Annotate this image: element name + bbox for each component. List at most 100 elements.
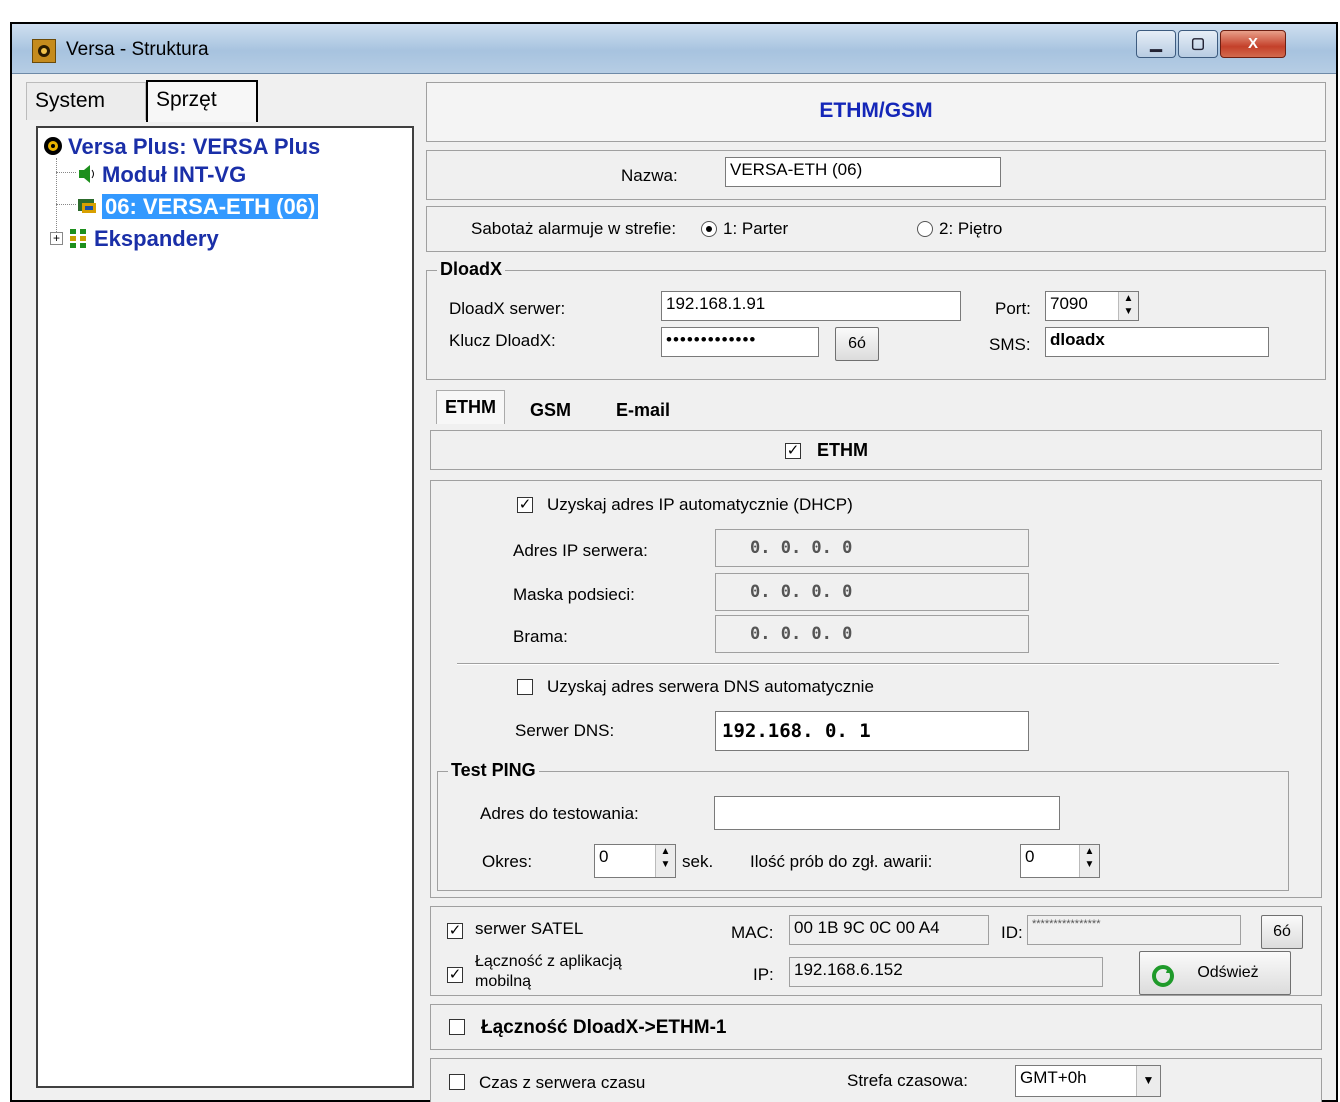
ip-label: IP: — [753, 965, 774, 984]
app-icon — [32, 39, 56, 63]
timezone-label: Strefa czasowa: — [847, 1071, 968, 1090]
mobile-checkbox[interactable]: ✓ — [447, 967, 463, 983]
refresh-button[interactable]: Odśwież — [1139, 951, 1291, 995]
ping-period-field[interactable]: 0 ▲ ▼ — [594, 844, 676, 878]
tamper-group: Sabotaż alarmuje w strefie: 1: Parter 2:… — [426, 206, 1326, 252]
tab-gsm[interactable]: GSM — [522, 394, 579, 428]
name-group: Nazwa: VERSA-ETH (06) — [426, 150, 1326, 200]
time-server-label: Czas z serwera czasu — [479, 1073, 646, 1092]
ping-group: Test PING Adres do testowania: Okres: 0 … — [437, 760, 1289, 891]
mask-label: Maska podsieci: — [513, 585, 635, 604]
dloadx-ethm-group: Łączność DloadX->ETHM-1 — [430, 1004, 1322, 1050]
dloadx-ethm-label: Łączność DloadX->ETHM-1 — [481, 1017, 727, 1038]
time-server-checkbox[interactable] — [449, 1074, 465, 1090]
time-server-group: Czas z serwera czasu Strefa czasowa: GMT… — [430, 1058, 1322, 1102]
left-panel: System Sprzęt + Versa Plus: VERSA Plus M… — [24, 80, 416, 1088]
id-label: ID: — [1001, 923, 1023, 942]
maximize-button[interactable]: ▢ — [1178, 30, 1218, 58]
id-field: **************** — [1027, 915, 1241, 945]
hardware-tree[interactable]: + Versa Plus: VERSA Plus Moduł INT-VG 06… — [36, 126, 414, 1088]
control-panel-icon — [42, 135, 64, 157]
name-field[interactable]: VERSA-ETH (06) — [725, 157, 1001, 187]
mask-field: 0. 0. 0. 0 — [715, 573, 1029, 611]
dloadx-group: DloadX DloadX serwer: 192.168.1.91 Klucz… — [426, 259, 1326, 380]
satel-group: ✓ serwer SATEL MAC: 00 1B 9C 0C 00 A4 ID… — [430, 906, 1322, 996]
window-title: Versa - Struktura — [66, 39, 209, 60]
dloadx-server-label: DloadX serwer: — [449, 299, 566, 318]
radio-zone-2-label: 2: Piętro — [939, 219, 1003, 238]
ping-address-field[interactable] — [714, 796, 1060, 830]
dloadx-ethm-checkbox[interactable] — [449, 1019, 465, 1035]
title-bar: Versa - Struktura ▁ ▢ X — [12, 24, 1336, 74]
satel-checkbox[interactable]: ✓ — [447, 923, 463, 939]
gateway-field: 0. 0. 0. 0 — [715, 615, 1029, 653]
tree-item-label: Versa Plus: VERSA Plus — [68, 134, 321, 159]
dns-field[interactable]: 192.168. 0. 1 — [715, 711, 1029, 751]
timezone-value: GMT+0h — [1020, 1068, 1087, 1087]
ping-attempts-spinner[interactable]: ▲ ▼ — [1079, 845, 1099, 877]
refresh-button-label: Odśwież — [1197, 964, 1259, 981]
header-panel: ETHM/GSM — [426, 82, 1326, 142]
show-id-button[interactable]: 6ó — [1261, 915, 1303, 949]
minimize-button[interactable]: ▁ — [1136, 30, 1176, 58]
ethm-enable-group: ✓ ETHM — [430, 430, 1322, 470]
sms-field[interactable]: dloadx — [1045, 327, 1269, 357]
tamper-label: Sabotaż alarmuje w strefie: — [471, 219, 677, 238]
close-button[interactable]: X — [1220, 30, 1286, 58]
ethernet-module-icon — [76, 195, 98, 217]
dloadx-key-field[interactable]: ••••••••••••• — [661, 327, 819, 357]
ip-field: 192.168.6.152 — [789, 957, 1103, 987]
mac-field: 00 1B 9C 0C 00 A4 — [789, 915, 989, 945]
right-panel: ETHM/GSM Nazwa: VERSA-ETH (06) Sabotaż a… — [426, 80, 1326, 1102]
show-key-button[interactable]: 6ó — [835, 327, 879, 361]
port-spinner[interactable]: ▲ ▼ — [1118, 292, 1138, 320]
server-ip-label: Adres IP serwera: — [513, 541, 648, 560]
speaker-icon — [76, 163, 98, 185]
tab-ethm[interactable]: ETHM — [436, 390, 505, 424]
tree-item-ekspandery[interactable]: Ekspandery — [68, 226, 219, 252]
expanders-icon — [68, 227, 90, 249]
chevron-down-icon[interactable]: ▼ — [1136, 1066, 1160, 1096]
ping-period-spinner[interactable]: ▲ ▼ — [655, 845, 675, 877]
ping-period-label: Okres: — [482, 852, 533, 871]
expand-toggle[interactable]: + — [50, 232, 63, 245]
ping-attempts-label: Ilość prób do zgł. awarii: — [750, 852, 933, 871]
dloadx-server-field[interactable]: 192.168.1.91 — [661, 291, 961, 321]
ping-legend: Test PING — [448, 760, 539, 781]
ping-attempts-value: 0 — [1025, 847, 1035, 866]
radio-zone-1-label: 1: Parter — [723, 219, 789, 238]
tree-item-label: Moduł INT-VG — [102, 162, 247, 187]
tree-item-label: 06: VERSA-ETH (06) — [102, 194, 319, 219]
tree-item-versa-eth[interactable]: 06: VERSA-ETH (06) — [76, 194, 319, 220]
tab-system[interactable]: System — [26, 82, 146, 120]
port-field[interactable]: 7090 ▲ ▼ — [1045, 291, 1139, 321]
radio-zone-2[interactable] — [917, 221, 933, 237]
page-title: ETHM/GSM — [819, 99, 933, 122]
tree-item-int-vg[interactable]: Moduł INT-VG — [76, 162, 246, 188]
dloadx-key-label: Klucz DloadX: — [449, 331, 556, 350]
mobile-label-line1: Łączność z aplikacją — [475, 953, 622, 970]
radio-zone-1[interactable] — [701, 221, 717, 237]
sms-label: SMS: — [989, 335, 1031, 354]
server-ip-field: 0. 0. 0. 0 — [715, 529, 1029, 567]
ethm-checkbox[interactable]: ✓ — [785, 443, 801, 459]
dloadx-legend: DloadX — [437, 259, 506, 280]
dns-auto-label: Uzyskaj adres serwera DNS automatycznie — [547, 677, 874, 696]
mac-label: MAC: — [731, 923, 774, 942]
timezone-select[interactable]: GMT+0h ▼ — [1015, 1065, 1161, 1097]
tree-item-label: Ekspandery — [94, 226, 219, 251]
satel-label: serwer SATEL — [475, 919, 584, 938]
ping-period-value: 0 — [599, 847, 609, 866]
tree-item-versa-plus[interactable]: Versa Plus: VERSA Plus — [42, 134, 320, 160]
window: Versa - Struktura ▁ ▢ X System Sprzęt + … — [10, 22, 1338, 1102]
tab-email[interactable]: E-mail — [608, 394, 678, 428]
dhcp-checkbox[interactable]: ✓ — [517, 497, 533, 513]
ping-period-unit: sek. — [682, 852, 714, 871]
dhcp-label: Uzyskaj adres IP automatycznie (DHCP) — [547, 495, 853, 514]
tab-sprzet[interactable]: Sprzęt — [146, 80, 258, 122]
port-label: Port: — [995, 299, 1031, 318]
dns-auto-checkbox[interactable] — [517, 679, 533, 695]
refresh-icon — [1152, 962, 1174, 1004]
ping-attempts-field[interactable]: 0 ▲ ▼ — [1020, 844, 1100, 878]
divider — [457, 663, 1279, 665]
